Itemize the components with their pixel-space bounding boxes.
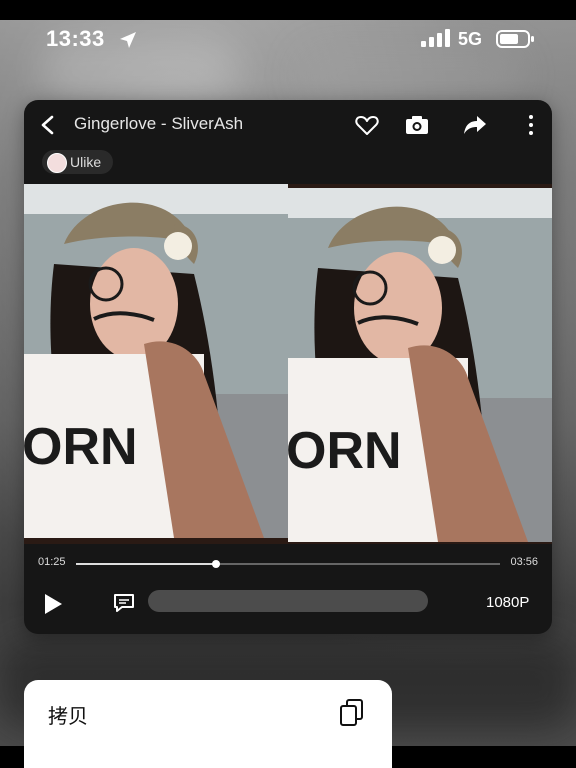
- quality-selector[interactable]: 1080P: [486, 594, 529, 611]
- total-time: 03:56: [510, 556, 538, 568]
- svg-text:ORN: ORN: [24, 418, 138, 476]
- copy-icon[interactable]: [338, 698, 366, 728]
- playback-timeline: 01:25 03:56: [24, 548, 552, 578]
- video-still-left: ORN: [24, 184, 288, 538]
- video-frame[interactable]: ORN ORN: [24, 184, 552, 544]
- camera-icon[interactable]: [404, 112, 430, 138]
- network-type: 5G: [458, 29, 483, 49]
- back-chevron-icon[interactable]: [38, 114, 58, 136]
- danmaku-input[interactable]: [148, 590, 428, 612]
- more-vertical-icon[interactable]: [518, 112, 544, 138]
- status-time: 13:33: [46, 26, 105, 51]
- uploader-name: Ulike: [70, 154, 102, 170]
- player-controls: 1080P: [24, 578, 552, 628]
- status-bar: 13:33 5G: [0, 0, 576, 80]
- progress-track[interactable]: [76, 560, 500, 568]
- progress-thumb[interactable]: [211, 560, 220, 568]
- location-arrow-icon: [120, 32, 136, 48]
- play-icon[interactable]: [42, 592, 64, 616]
- avatar: [47, 153, 67, 173]
- danmaku-comment-icon[interactable]: [112, 592, 136, 614]
- share-arrow-icon[interactable]: [462, 112, 488, 138]
- cellular-signal-icon: [421, 29, 450, 47]
- video-still-right: ORN: [288, 188, 552, 542]
- copy-menu-item[interactable]: 拷贝: [48, 700, 88, 729]
- video-player-card: Gingerlove - SliverAsh Ulike ORN ORN 01:…: [24, 100, 552, 634]
- svg-text:ORN: ORN: [288, 422, 402, 480]
- battery-icon: [496, 30, 534, 48]
- progress-fill: [76, 563, 216, 565]
- video-title: Gingerlove - SliverAsh: [74, 114, 244, 133]
- player-header: Gingerlove - SliverAsh: [24, 100, 552, 150]
- current-time: 01:25: [38, 556, 66, 568]
- context-menu: 拷贝: [24, 680, 392, 768]
- heart-icon[interactable]: [354, 112, 380, 138]
- uploader-chip[interactable]: Ulike: [42, 150, 114, 174]
